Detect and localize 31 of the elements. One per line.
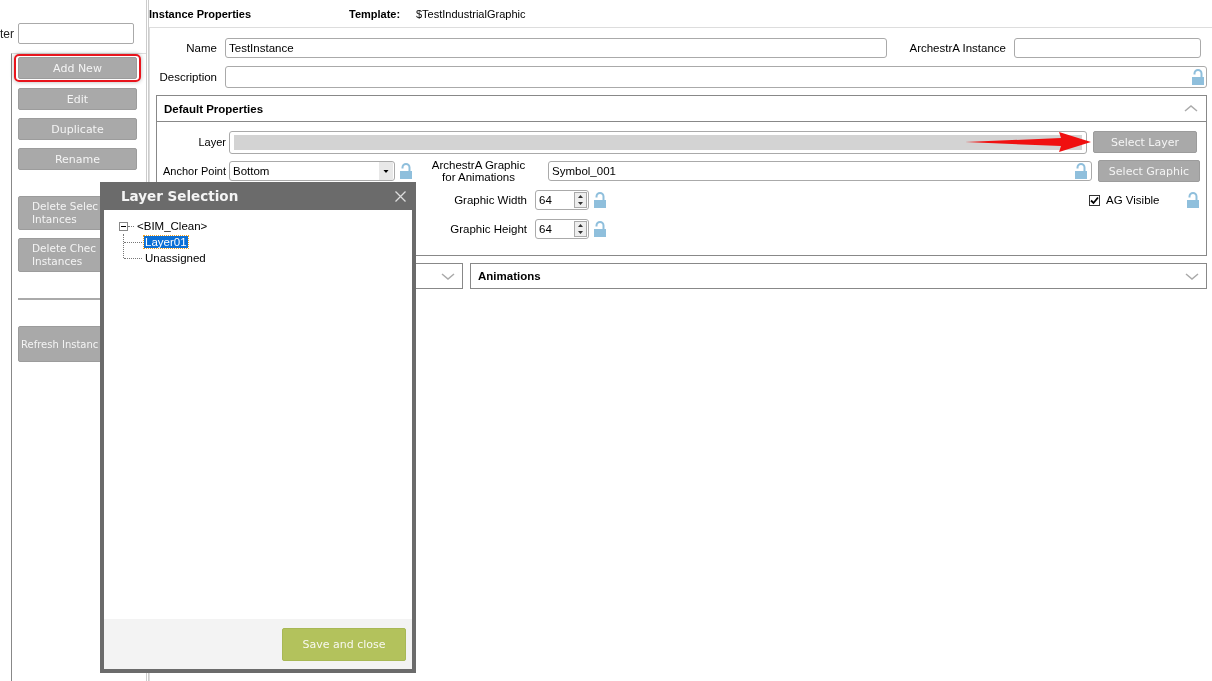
field-label: Name <box>185 42 218 54</box>
select-layer-button[interactable]: Select Layer <box>1093 131 1197 153</box>
collapsed-panel[interactable]: Animations <box>470 263 1207 289</box>
save-button[interactable]: Save and close <box>282 627 406 661</box>
field-label: Anchor Point <box>162 165 227 177</box>
width-spinner[interactable]: 64 <box>535 190 589 210</box>
panel-title: Default Properties <box>164 102 264 115</box>
section-title: Instance Properties <box>149 7 253 20</box>
anchor-dropdown[interactable]: Bottom <box>229 161 395 181</box>
field-label: ArchestrA Instance <box>908 42 1007 54</box>
field-label: Description <box>158 71 218 83</box>
template-name: $TestIndustrialGraphic <box>416 7 526 20</box>
panel-title: Animations <box>478 270 541 282</box>
select-graphic-button[interactable]: Select Graphic <box>1098 160 1200 182</box>
field-label: Graphic Height <box>449 223 528 235</box>
template-label: Template: <box>349 7 402 20</box>
tree-item[interactable]: Layer01 <box>144 236 188 248</box>
graphic-field[interactable]: Symbol_001 <box>548 161 1092 181</box>
field-label: Graphic Width <box>453 194 528 206</box>
tree-item[interactable]: <BIM_Clean> <box>136 220 209 232</box>
field-label: ArchestrA Graphic for Animations <box>430 159 527 183</box>
action-button[interactable]: Edit <box>18 88 137 110</box>
tree-item[interactable]: Unassigned <box>144 252 207 264</box>
action-button[interactable]: Rename <box>18 148 137 170</box>
field-label: Layer <box>197 136 227 148</box>
action-button[interactable]: Duplicate <box>18 118 137 140</box>
filter-label: ter <box>0 26 15 41</box>
action-button[interactable]: Add New <box>18 57 137 79</box>
height-spinner[interactable]: 64 <box>535 219 589 239</box>
name-field[interactable]: TestInstance <box>225 38 887 58</box>
checkbox-label: AG Visible <box>1106 194 1161 206</box>
